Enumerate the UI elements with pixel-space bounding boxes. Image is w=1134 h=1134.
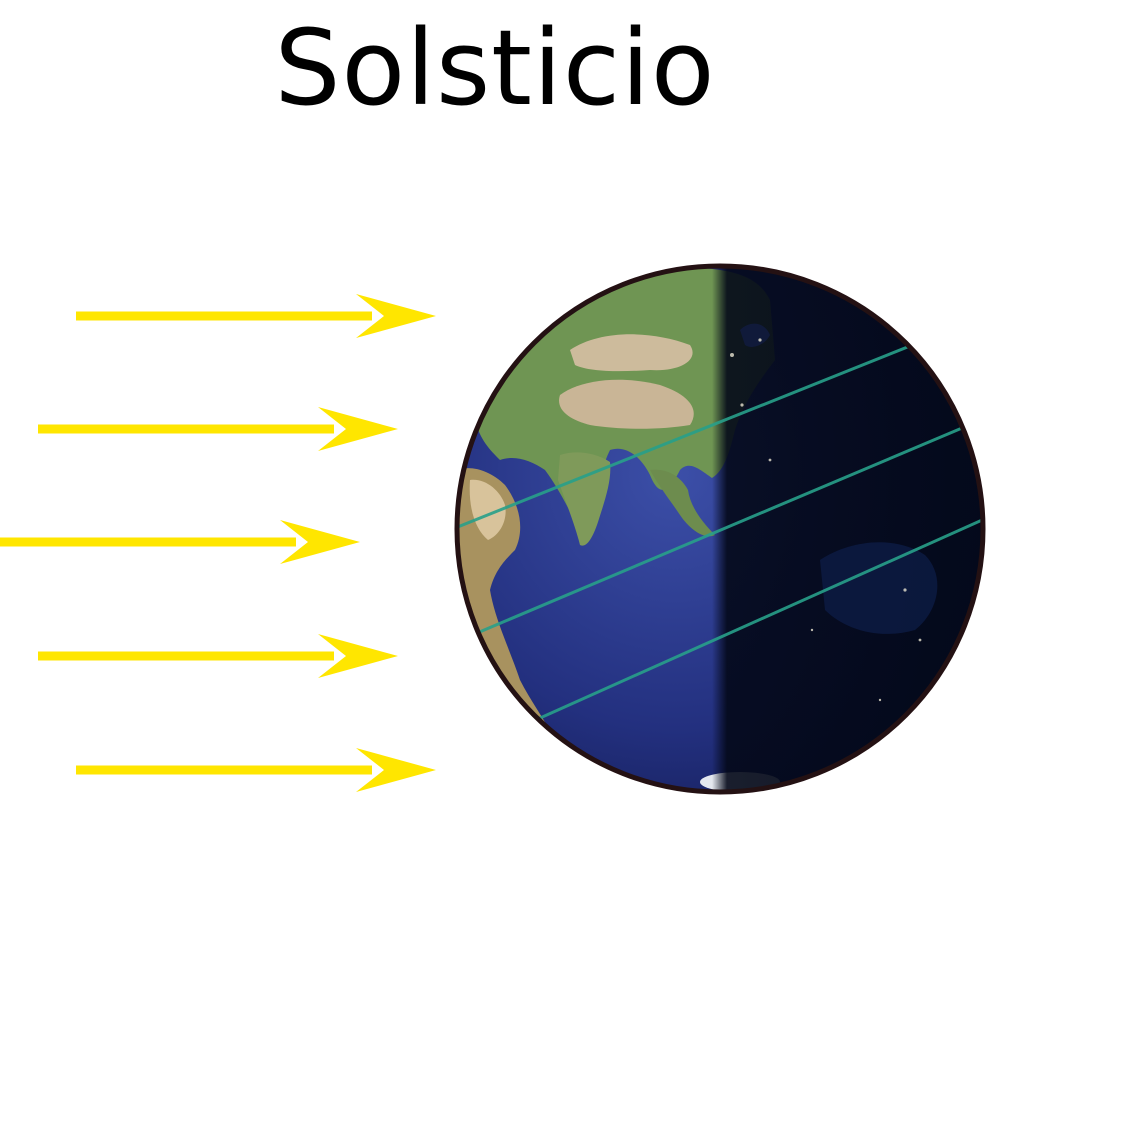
- sun-ray-1: [76, 294, 436, 338]
- sun-ray-2: [38, 407, 398, 451]
- sun-ray-4: [38, 634, 398, 678]
- sun-rays: [0, 294, 436, 792]
- sun-ray-3: [0, 520, 360, 564]
- globe-icon: [454, 263, 986, 795]
- sun-ray-5: [76, 748, 436, 792]
- solstice-diagram: [0, 263, 986, 795]
